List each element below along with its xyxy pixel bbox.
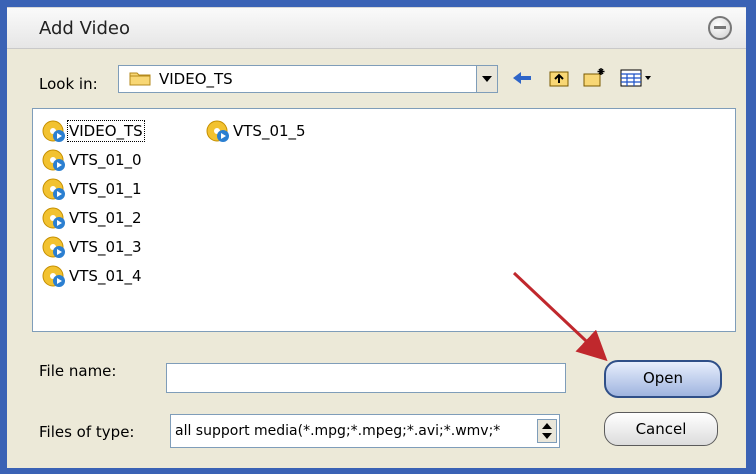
annotation-arrow	[512, 271, 608, 362]
